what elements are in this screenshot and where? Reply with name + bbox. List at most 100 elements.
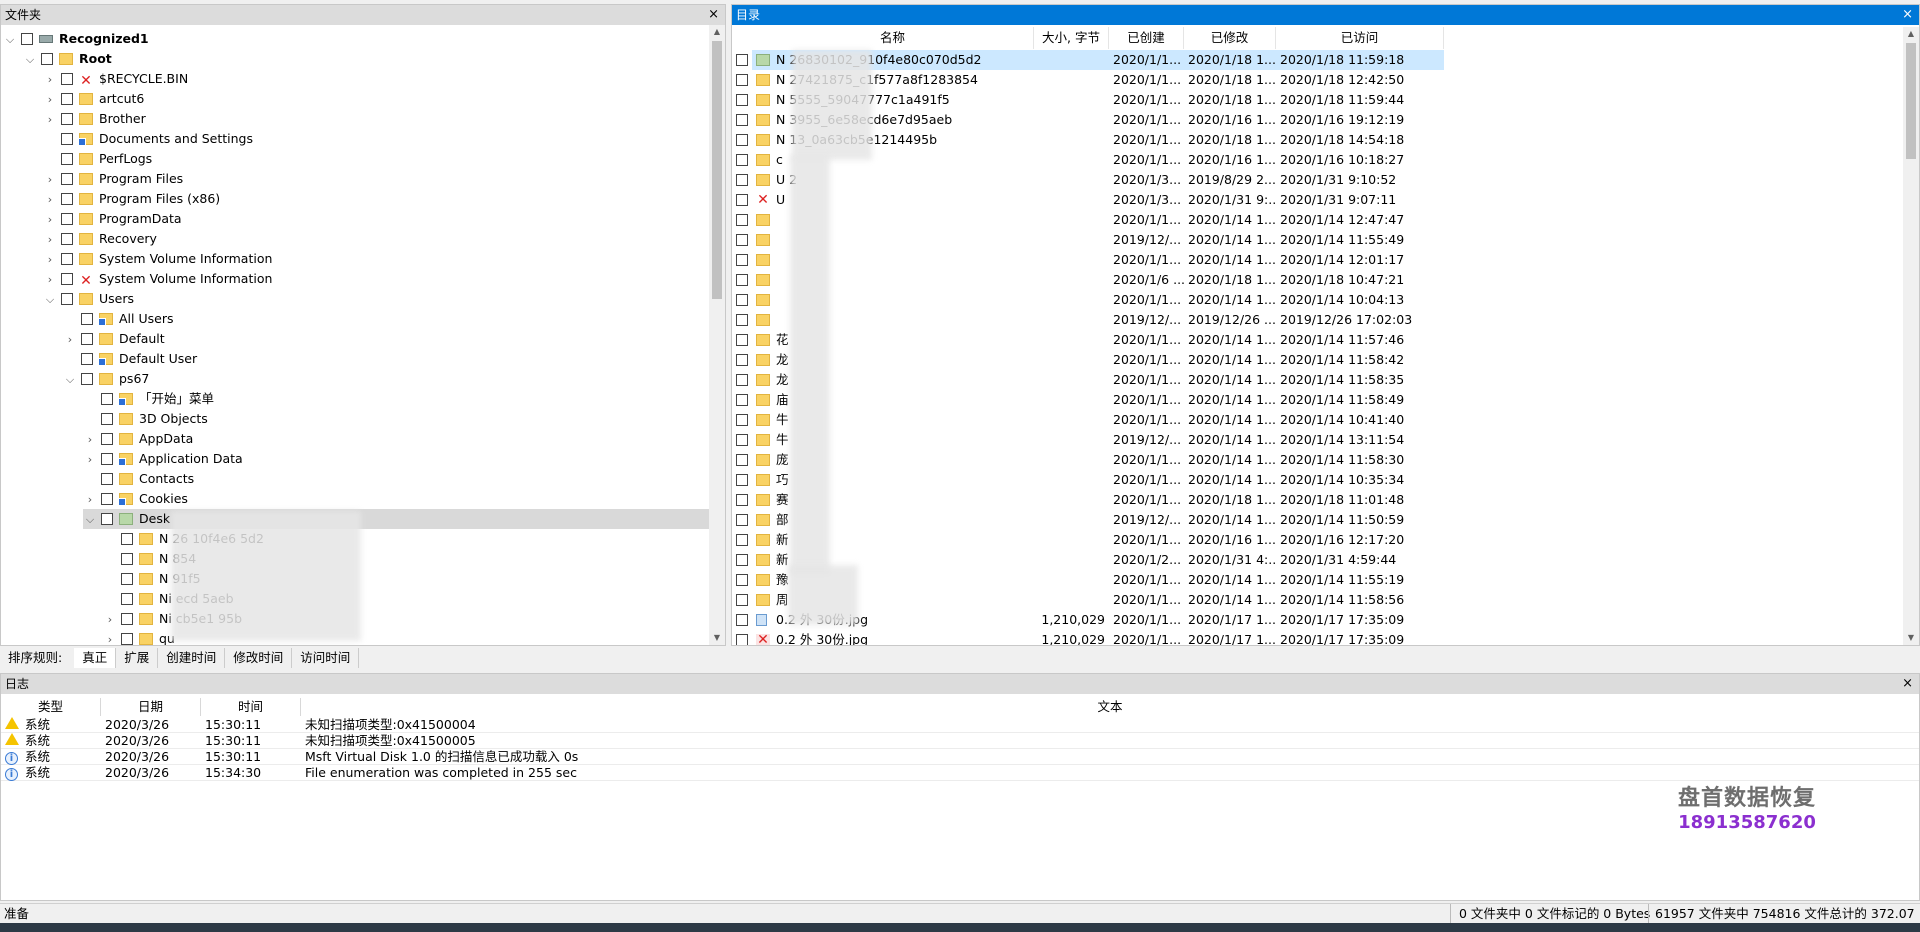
tree-node[interactable]: › ProgramData: [43, 209, 182, 229]
directory-row[interactable]: U 2 2020/1/3... 2019/8/29 2... 2020/1/31 9:…: [732, 170, 1902, 190]
scroll-up-icon[interactable]: ▲: [1903, 27, 1919, 41]
tree-node[interactable]: ⌵ Root: [23, 49, 112, 69]
tree-checkbox[interactable]: [101, 393, 113, 405]
row-checkbox[interactable]: [736, 334, 748, 346]
tree-checkbox[interactable]: [61, 213, 73, 225]
row-checkbox[interactable]: [736, 394, 748, 406]
directory-row[interactable]: 2020/1/6 ... 2020/1/18 1... 2020/1/18 10:4…: [732, 270, 1902, 290]
tree-checkbox[interactable]: [101, 493, 113, 505]
tree-node[interactable]: › Default: [63, 329, 165, 349]
directory-row[interactable]: N 3955_6e58ecd6e7d95aeb2020/1/1...2020/1…: [732, 110, 1902, 130]
row-checkbox[interactable]: [736, 54, 748, 66]
directory-row[interactable]: 新 2020/1/1... 2020/1/16 1... 2020/1/16 12:1…: [732, 530, 1902, 550]
sort-option[interactable]: 真正: [74, 648, 117, 668]
directory-row[interactable]: 庙 2020/1/1... 2020/1/14 1... 2020/1/14 11:5…: [732, 390, 1902, 410]
directory-row[interactable]: ✕ U 2020/1/3... 2020/1/31 9:... 2020/1/31 9:…: [732, 190, 1902, 210]
chevron-right-icon[interactable]: ›: [43, 70, 57, 90]
directory-row[interactable]: 周 2020/1/1... 2020/1/14 1... 2020/1/14 11:5…: [732, 590, 1902, 610]
tree-checkbox[interactable]: [101, 473, 113, 485]
chevron-down-icon[interactable]: ⌵: [63, 370, 77, 390]
chevron-right-icon[interactable]: ›: [83, 430, 97, 450]
tree-node[interactable]: › qu: [103, 629, 175, 645]
tree-scrollbar[interactable]: ▲ ▼: [709, 25, 725, 645]
tree-node[interactable]: Contacts: [83, 469, 194, 489]
directory-row[interactable]: 2020/1/1... 2020/1/14 1... 2020/1/14 10:04…: [732, 290, 1902, 310]
tree-node[interactable]: ⌵ ps67: [63, 369, 150, 390]
tree-checkbox[interactable]: [61, 93, 73, 105]
chevron-right-icon[interactable]: ›: [43, 110, 57, 130]
tree-node[interactable]: PerfLogs: [43, 149, 152, 169]
chevron-right-icon[interactable]: ›: [83, 490, 97, 510]
log-row[interactable]: 系统 2020/3/26 15:30:11 未知扫描项类型:0x41500005: [1, 733, 1919, 749]
log-column-text[interactable]: 文本: [301, 698, 1919, 716]
tree-checkbox[interactable]: [121, 553, 133, 565]
chevron-down-icon[interactable]: ⌵: [83, 510, 97, 530]
close-icon[interactable]: ×: [1902, 674, 1913, 694]
tree-checkbox[interactable]: [41, 53, 53, 65]
row-checkbox[interactable]: [736, 274, 748, 286]
row-checkbox[interactable]: [736, 254, 748, 266]
sort-option[interactable]: 修改时间: [225, 648, 293, 668]
directory-row[interactable]: 龙 2020/1/1... 2020/1/14 1... 2020/1/14 11:5…: [732, 350, 1902, 370]
directory-scrollbar[interactable]: ▲ ▼: [1903, 27, 1919, 645]
tree-node[interactable]: › Program Files (x86): [43, 189, 220, 209]
column-header-modified[interactable]: 已修改: [1184, 27, 1276, 49]
row-checkbox[interactable]: [736, 454, 748, 466]
tree-checkbox[interactable]: [81, 373, 93, 385]
tree-node[interactable]: › System Volume Information: [43, 249, 273, 270]
chevron-right-icon[interactable]: ›: [43, 190, 57, 210]
sort-option[interactable]: 扩展: [116, 648, 159, 668]
directory-row[interactable]: 龙 2020/1/1... 2020/1/14 1... 2020/1/14 11:5…: [732, 370, 1902, 390]
scroll-down-icon[interactable]: ▼: [1903, 631, 1919, 645]
directory-row[interactable]: 新 2020/1/2... 2020/1/31 4:... 2020/1/31 4:5…: [732, 550, 1902, 570]
directory-row[interactable]: 庞 2020/1/1... 2020/1/14 1... 2020/1/14 11:5…: [732, 450, 1902, 470]
tree-checkbox[interactable]: [121, 613, 133, 625]
tree-node[interactable]: Documents and Settings: [43, 129, 253, 149]
tree-checkbox[interactable]: [61, 293, 73, 305]
tree-node[interactable]: › Brother: [43, 109, 146, 129]
row-checkbox[interactable]: [736, 354, 748, 366]
directory-row[interactable]: N 5555_59047777c1a491f52020/1/1...2020/1…: [732, 90, 1902, 110]
row-checkbox[interactable]: [736, 474, 748, 486]
row-checkbox[interactable]: [736, 134, 748, 146]
tree-node[interactable]: 3D Objects: [83, 409, 208, 429]
chevron-down-icon[interactable]: ⌵: [23, 50, 37, 70]
tree-checkbox[interactable]: [61, 73, 73, 85]
scroll-down-icon[interactable]: ▼: [709, 631, 725, 645]
tree-checkbox[interactable]: [101, 453, 113, 465]
tree-node[interactable]: › Program Files: [43, 169, 183, 189]
chevron-right-icon[interactable]: ›: [103, 610, 117, 630]
row-checkbox[interactable]: [736, 314, 748, 326]
tree-node[interactable]: › Cookies: [83, 489, 188, 509]
directory-row[interactable]: 2020/1/1... 2020/1/14 1... 2020/1/14 12:01…: [732, 250, 1902, 270]
tree-checkbox[interactable]: [61, 233, 73, 245]
row-checkbox[interactable]: [736, 634, 748, 645]
chevron-right-icon[interactable]: ›: [43, 90, 57, 110]
tree-checkbox[interactable]: [101, 413, 113, 425]
close-icon[interactable]: ×: [708, 5, 719, 25]
tree-node[interactable]: › artcut6: [43, 89, 145, 110]
tree-checkbox[interactable]: [101, 513, 113, 525]
tree-node[interactable]: All Users: [63, 309, 173, 329]
log-row[interactable]: i 系统 2020/3/26 15:30:11 Msft Virtual Disk 1.…: [1, 749, 1919, 765]
log-column-date[interactable]: 日期: [101, 698, 201, 716]
sort-option[interactable]: 访问时间: [292, 648, 360, 668]
directory-row[interactable]: 部 2019/12/... 2020/1/14 1... 2020/1/14 11:5…: [732, 510, 1902, 530]
directory-row[interactable]: 花 2020/1/1... 2020/1/14 1... 2020/1/14 11:5…: [732, 330, 1902, 350]
directory-row[interactable]: 0.2 外 30份.jpg1,210,0292020/1/1...2020/1/…: [732, 610, 1902, 630]
row-checkbox[interactable]: [736, 574, 748, 586]
directory-row[interactable]: 巧 2020/1/1... 2020/1/14 1... 2020/1/14 10:3…: [732, 470, 1902, 490]
chevron-right-icon[interactable]: ›: [43, 250, 57, 270]
row-checkbox[interactable]: [736, 614, 748, 626]
tree-checkbox[interactable]: [121, 533, 133, 545]
column-header-size[interactable]: 大小, 字节: [1034, 27, 1109, 49]
close-icon[interactable]: ×: [1902, 5, 1913, 25]
column-header-accessed[interactable]: 已访问: [1276, 27, 1444, 49]
directory-row[interactable]: c 2020/1/1... 2020/1/16 1... 2020/1/16 10:1…: [732, 150, 1902, 170]
row-checkbox[interactable]: [736, 194, 748, 206]
directory-row[interactable]: N 13_0a63cb5e1214495b2020/1/1...2020/1/1…: [732, 130, 1902, 150]
directory-row[interactable]: N 27421875_c1f577a8f1283854 2020/1/1... 20…: [732, 70, 1902, 90]
tree-node[interactable]: ⌵ Recognized1: [3, 29, 149, 49]
directory-row[interactable]: 2019/12/... 2020/1/14 1... 2020/1/14 11:55…: [732, 230, 1902, 250]
chevron-right-icon[interactable]: ›: [83, 450, 97, 470]
